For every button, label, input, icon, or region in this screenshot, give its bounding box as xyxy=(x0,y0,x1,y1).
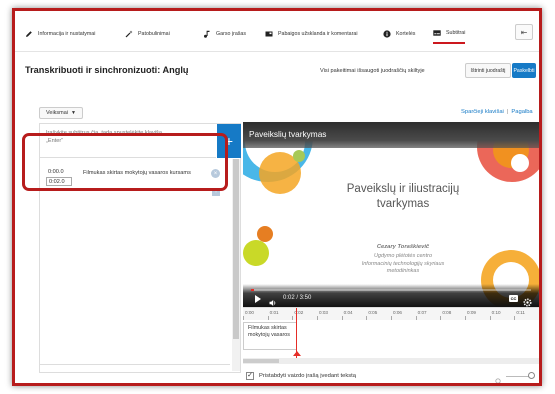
cc-icon[interactable]: CC xyxy=(509,295,518,302)
tab-info-settings[interactable]: Informacija ir nustatymai xyxy=(25,24,95,44)
decorative-circle xyxy=(511,154,529,172)
org-line: Informacinių technologijų skyriaus xyxy=(361,260,445,267)
decorative-circle xyxy=(293,150,305,162)
divider xyxy=(40,364,230,365)
tab-bar: Informacija ir nustatymai Patobulinimai … xyxy=(15,11,539,52)
tab-audio[interactable]: Garso įrašas xyxy=(203,24,246,44)
timeline-tick xyxy=(391,316,392,320)
org-line: metodininkas xyxy=(386,268,420,274)
volume-icon[interactable] xyxy=(269,294,277,306)
timeline-tick xyxy=(341,316,343,320)
video-player[interactable]: Paveikslių tvarkymas Paveikslų ir iliust… xyxy=(243,122,539,307)
tab-end-screen[interactable]: Pabaigos užsklanda ir komentarai xyxy=(265,24,358,44)
timeline-tick-label: 0:01 xyxy=(269,310,279,315)
timeline-tick-label: 0:10 xyxy=(491,310,501,315)
timeline-tick xyxy=(267,316,269,320)
publish-button[interactable]: Paskelbti xyxy=(512,63,536,78)
tab-label: Informacija ir nustatymai xyxy=(38,31,96,37)
actions-dropdown[interactable]: Veiksmai ▼ xyxy=(39,107,83,119)
timeline-tick xyxy=(440,316,442,320)
timeline-tick xyxy=(415,316,417,320)
timeline-tick-label: 0:11 xyxy=(516,310,525,315)
timeline-tick xyxy=(243,316,244,320)
timeline-tick-label: 0:00 xyxy=(245,310,254,315)
pencil-icon xyxy=(25,30,33,38)
slide-title-line: Paveikslų ir iliustracijų xyxy=(346,183,460,195)
annotation-highlight xyxy=(22,133,228,191)
timeline-scrollbar-thumb[interactable] xyxy=(243,359,279,363)
help-links: Sparčieji klavišai | Pagalba xyxy=(461,109,533,115)
timeline-ruler: 0:00 0:01 0:02 0:03 0:04 0:05 0:06 0:07 0:08 0:09… xyxy=(243,308,539,320)
player-controls: 0:02 / 3:50 CC xyxy=(243,284,539,307)
tab-subtitles[interactable]: Subtitrai xyxy=(433,24,466,44)
slide-title: Paveikslų ir iliustracijų tvarkymas xyxy=(303,182,503,212)
info-icon xyxy=(383,30,391,38)
back-arrow-icon: ⇤ xyxy=(520,27,528,37)
editor-scrollbar[interactable] xyxy=(232,159,240,371)
timeline-tick xyxy=(465,316,466,320)
subtitles-icon xyxy=(433,29,441,37)
pause-while-typing-checkbox[interactable]: ✓ xyxy=(246,372,254,380)
play-icon[interactable] xyxy=(255,295,261,303)
timeline-tick xyxy=(489,316,491,320)
timeline-tick xyxy=(514,316,516,320)
playhead-marker-icon[interactable] xyxy=(293,351,301,356)
progress-bar[interactable] xyxy=(251,289,531,291)
subtitle-timeline[interactable]: 0:00 0:01 0:02 0:03 0:04 0:05 0:06 0:07 0:08 0:09… xyxy=(243,307,539,366)
help-link[interactable]: Pagalba xyxy=(511,109,532,115)
keyboard-shortcuts-link[interactable]: Sparčieji klavišai xyxy=(461,109,504,115)
back-button[interactable]: ⇤ xyxy=(515,24,533,40)
time-display: 0:02 / 3:50 xyxy=(283,295,312,301)
slide-organization: Ugdymo plėtotės centro Informacinių tech… xyxy=(303,253,503,276)
timeline-tick xyxy=(317,316,318,320)
progress-fill xyxy=(251,289,254,291)
tab-cards[interactable]: Kortelės xyxy=(383,24,415,44)
timeline-tick-label: 0:03 xyxy=(319,310,328,315)
timeline-tick xyxy=(366,316,368,320)
zoom-slider-handle[interactable] xyxy=(528,372,535,379)
timeline-tick-label: 0:05 xyxy=(368,310,378,315)
saved-status: Visi pakeitimai išsaugoti juodraščių ski… xyxy=(320,68,425,74)
timeline-tick-label: 0:04 xyxy=(343,310,353,315)
video-title: Paveikslių tvarkymas xyxy=(249,129,327,139)
end-screen-icon xyxy=(265,30,273,38)
decorative-circle xyxy=(243,240,269,266)
decorative-circle xyxy=(257,226,273,242)
zoom-icon xyxy=(495,372,502,383)
tab-label: Patobulinimai xyxy=(138,31,170,37)
tab-label: Garso įrašas xyxy=(216,31,247,37)
editor-scrollbar-thumb[interactable] xyxy=(233,159,239,339)
actions-label: Veiksmai xyxy=(46,110,69,116)
timeline-tick-label: 0:07 xyxy=(417,310,427,315)
tab-label: Pabaigos užsklanda ir komentarai xyxy=(278,31,358,37)
timeline-tick-label: 0:08 xyxy=(442,310,452,315)
link-separator: | xyxy=(506,109,509,115)
timeline-tick-label: 0:09 xyxy=(467,310,476,315)
timeline-cue[interactable]: Filmukas skirtas mokytojų vasaros xyxy=(243,322,297,350)
pause-while-typing-row: ✓ Pristabdyti vaizdo įrašą įvedant tekst… xyxy=(243,369,539,383)
slide-author: Cezary Toraškievič xyxy=(376,244,430,250)
chevron-down-icon: ▼ xyxy=(71,110,76,116)
page-title: Transkribuoti ir sinchronizuoti: Anglų xyxy=(25,65,189,75)
tab-enhancements[interactable]: Patobulinimai xyxy=(125,24,170,44)
delete-draft-button[interactable]: Ištrinti juodraštį xyxy=(465,63,511,78)
pause-while-typing-label: Pristabdyti vaizdo įrašą įvedant tekstą xyxy=(259,373,356,379)
magic-wand-icon xyxy=(125,30,133,38)
timeline-scrollbar[interactable] xyxy=(243,358,539,364)
tab-label: Kortelės xyxy=(396,31,416,37)
timeline-tick-label: 0:06 xyxy=(393,310,402,315)
timeline-tick xyxy=(292,316,294,320)
studio-window: Informacija ir nustatymai Patobulinimai … xyxy=(12,8,542,386)
tab-label: Subtitrai xyxy=(446,30,466,36)
music-note-icon xyxy=(203,30,211,38)
slide-title-line: tvarkymas xyxy=(376,198,430,210)
org-line: Ugdymo plėtotės centro xyxy=(373,253,433,259)
gear-icon[interactable] xyxy=(523,294,532,307)
video-title-bar: Paveikslių tvarkymas xyxy=(243,122,539,148)
